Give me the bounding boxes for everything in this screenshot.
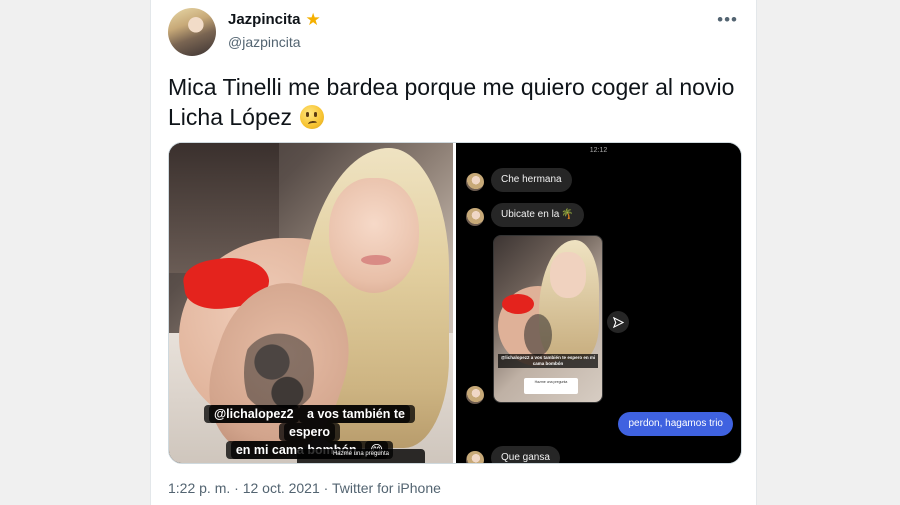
status-time: 12:12 bbox=[589, 147, 608, 154]
chat-message-4: Que gansa bbox=[491, 446, 560, 463]
question-sticker: Hazme una pregunta bbox=[297, 449, 425, 463]
user-handle[interactable]: @jazpincita bbox=[228, 34, 301, 50]
chat-message-1: Che hermana bbox=[491, 168, 572, 192]
chat-avatar bbox=[466, 208, 484, 226]
more-horizontal-icon[interactable]: ••• bbox=[717, 10, 738, 30]
preview-face bbox=[550, 252, 586, 298]
tweet-timestamp[interactable]: 1:22 p. m. · 12 oct. 2021 bbox=[168, 480, 320, 496]
palm-tree-emoji: 🌴 bbox=[561, 209, 574, 220]
chat-message-2-text: Ubicate en la bbox=[501, 209, 560, 220]
story-caption-rest: a vos también te espero bbox=[284, 405, 410, 441]
media-image-story[interactable]: @lichalopez2 a vos también te espero en … bbox=[169, 143, 453, 463]
author-name-row: Jazpincita ★ bbox=[228, 11, 321, 28]
chat-avatar bbox=[466, 451, 484, 463]
media-image-chat[interactable]: 12:12 Che hermana Ubicate en la 🌴 @lichal… bbox=[456, 143, 741, 463]
face-shape bbox=[329, 178, 419, 293]
send-icon[interactable] bbox=[607, 311, 629, 333]
chat-avatar bbox=[466, 173, 484, 191]
tweet-text-line2-wrap: Licha López bbox=[168, 102, 743, 132]
chat-message-outgoing: perdon, hagamos trio bbox=[618, 412, 733, 436]
media-container[interactable]: @lichalopez2 a vos también te espero en … bbox=[168, 142, 742, 464]
display-name[interactable]: Jazpincita bbox=[228, 11, 301, 28]
chat-avatar bbox=[466, 386, 484, 404]
tweet-metadata: 1:22 p. m. · 12 oct. 2021 · Twitter for … bbox=[168, 480, 441, 496]
avatar[interactable] bbox=[168, 8, 216, 56]
preview-caption: @lichalopez2 a vos también te espero en … bbox=[498, 354, 598, 368]
tweet-source[interactable]: Twitter for iPhone bbox=[332, 480, 441, 496]
tweet-card: Jazpincita ★ @jazpincita ••• Mica Tinell… bbox=[150, 0, 757, 505]
lips-shape bbox=[361, 255, 391, 265]
metadata-separator: · bbox=[319, 480, 332, 496]
preview-tattoo bbox=[524, 314, 552, 356]
preview-question-sticker: Hazme una pregunta bbox=[524, 378, 578, 394]
tweet-text-line1: Mica Tinelli me bardea porque me quiero … bbox=[168, 74, 735, 100]
preview-red-garment bbox=[502, 294, 534, 314]
star-icon: ★ bbox=[305, 10, 321, 29]
chat-message-2: Ubicate en la 🌴 bbox=[491, 203, 584, 227]
story-mention: @lichalopez2 bbox=[208, 405, 299, 423]
shared-story-preview[interactable]: @lichalopez2 a vos también te espero en … bbox=[493, 235, 603, 403]
face-with-rolling-eyes-emoji bbox=[300, 105, 325, 129]
tweet-text: Mica Tinelli me bardea porque me quiero … bbox=[168, 72, 743, 132]
tweet-text-line2: Licha López bbox=[168, 104, 293, 130]
